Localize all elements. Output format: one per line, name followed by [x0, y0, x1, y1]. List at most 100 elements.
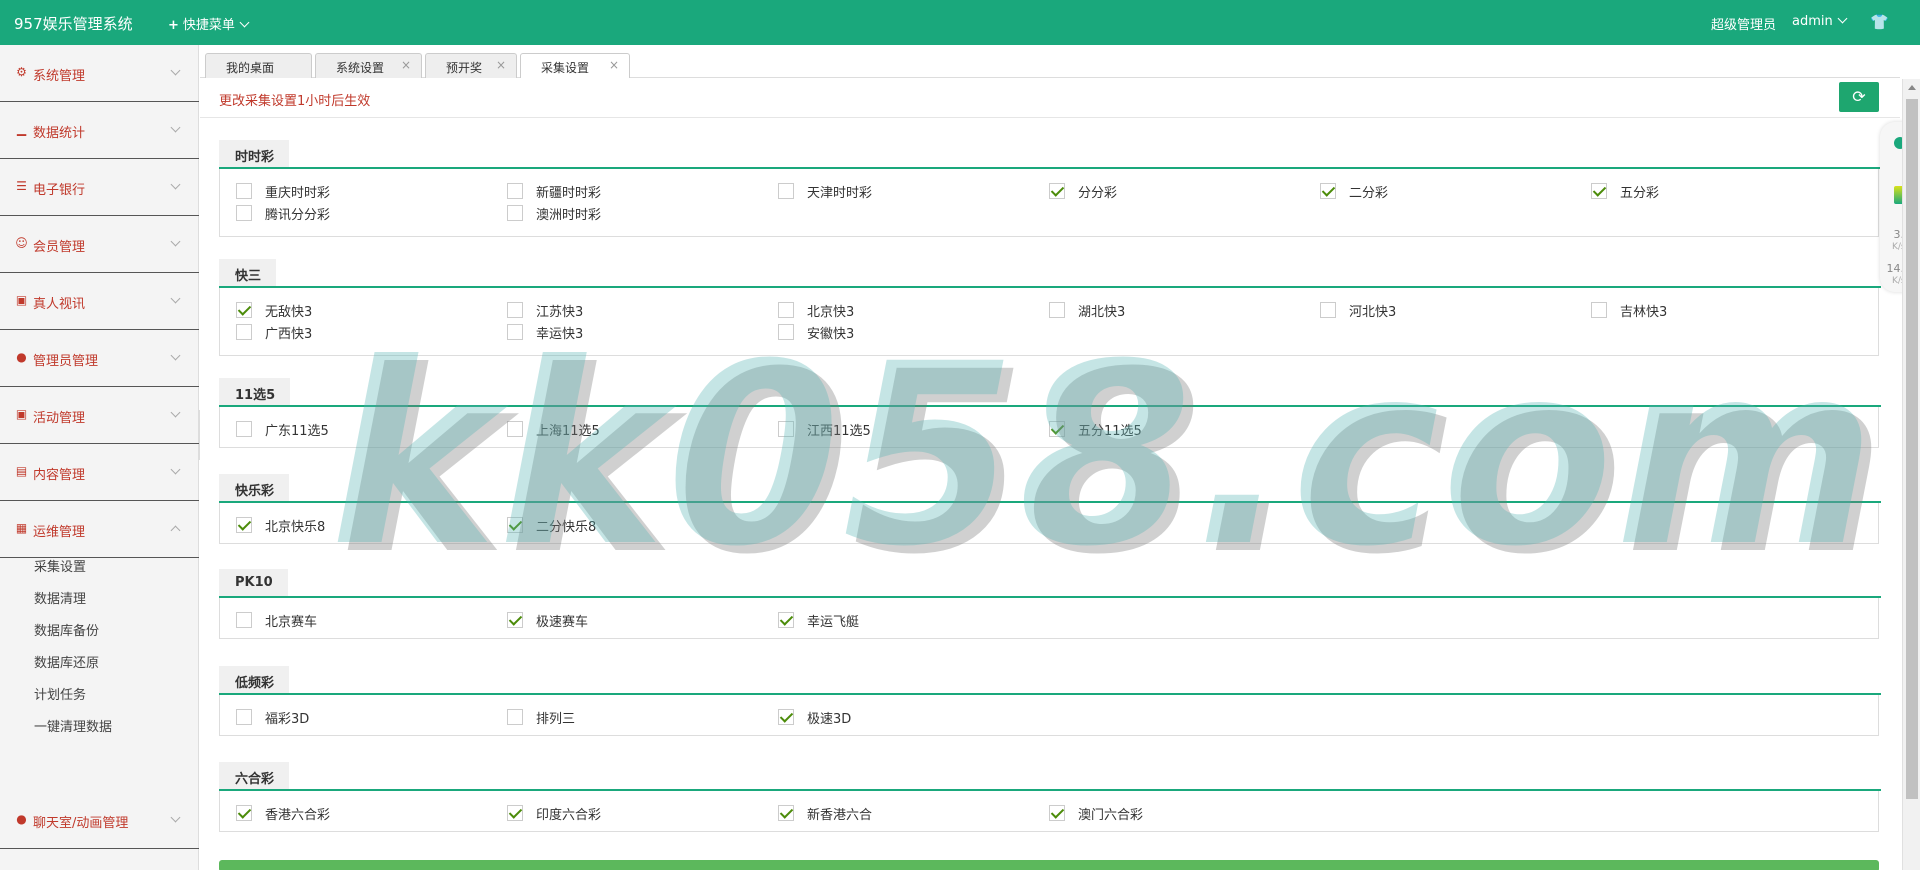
sidebar-item[interactable]: ⚙ 系统管理 [0, 45, 199, 102]
checkbox[interactable] [236, 205, 252, 221]
sidebar-item[interactable]: ▁ 数据统计 [0, 102, 199, 159]
checkbox-label[interactable]: 二分彩 [1349, 182, 1388, 201]
checkbox[interactable] [507, 302, 523, 318]
checkbox[interactable] [236, 709, 252, 725]
checkbox-label[interactable]: 湖北快3 [1078, 301, 1125, 320]
checkbox[interactable] [507, 805, 523, 821]
close-icon[interactable]: × [401, 58, 411, 72]
checkbox[interactable] [1320, 302, 1336, 318]
sidebar-subitem[interactable]: 数据库备份 [34, 620, 99, 639]
scroll-up-icon[interactable] [1908, 85, 1916, 90]
checkbox[interactable] [778, 183, 794, 199]
checkbox-label[interactable]: 吉林快3 [1620, 301, 1667, 320]
checkbox-label[interactable]: 新疆时时彩 [536, 182, 601, 201]
checkbox-label[interactable]: 新香港六合 [807, 804, 872, 823]
checkbox-label[interactable]: 河北快3 [1349, 301, 1396, 320]
close-icon[interactable]: × [609, 58, 619, 72]
checkbox-label[interactable]: 北京快乐8 [265, 516, 325, 535]
checkbox[interactable] [507, 709, 523, 725]
checkbox[interactable] [236, 612, 252, 628]
checkbox-label[interactable]: 五分11选5 [1078, 420, 1142, 439]
checkbox[interactable] [778, 612, 794, 628]
checkbox[interactable] [778, 302, 794, 318]
sidebar-item[interactable]: ☰ 电子银行 [0, 159, 199, 216]
checkbox[interactable] [507, 324, 523, 340]
checkbox-label[interactable]: 极速赛车 [536, 611, 588, 630]
refresh-icon: ⟳ [1852, 87, 1866, 106]
checkbox[interactable] [236, 183, 252, 199]
sidebar-item[interactable]: ☺ 会员管理 [0, 216, 199, 273]
checkbox-label[interactable]: 福彩3D [265, 708, 309, 727]
checkbox-label[interactable]: 幸运飞艇 [807, 611, 859, 630]
checkbox[interactable] [507, 183, 523, 199]
sidebar-item[interactable]: ▣ 活动管理 [0, 387, 199, 444]
checkbox[interactable] [236, 302, 252, 318]
checkbox-label[interactable]: 重庆时时彩 [265, 182, 330, 201]
checkbox-label[interactable]: 腾讯分分彩 [265, 204, 330, 223]
sidebar-subitem[interactable]: 采集设置 [34, 556, 86, 575]
user-menu[interactable]: admin [1792, 13, 1848, 29]
tab[interactable]: 我的桌面 [205, 53, 312, 78]
checkbox[interactable] [778, 805, 794, 821]
sidebar-item[interactable]: ▣ 真人视讯 [0, 273, 199, 330]
tab[interactable]: 系统设置 × [315, 53, 422, 78]
checkbox-label[interactable]: 广东11选5 [265, 420, 329, 439]
checkbox[interactable] [236, 517, 252, 533]
checkbox[interactable] [1049, 183, 1065, 199]
checkbox-label[interactable]: 极速3D [807, 708, 851, 727]
checkbox-label[interactable]: 江苏快3 [536, 301, 583, 320]
sidebar-subitem[interactable]: 数据清理 [34, 588, 86, 607]
sidebar-item[interactable]: ▦ 运维管理 [0, 501, 199, 558]
sidebar-item[interactable]: ● 聊天室/动画管理 [0, 792, 199, 849]
checkbox[interactable] [1591, 183, 1607, 199]
checkbox-label[interactable]: 安徽快3 [807, 323, 854, 342]
checkbox-label[interactable]: 印度六合彩 [536, 804, 601, 823]
checkbox-label[interactable]: 北京快3 [807, 301, 854, 320]
refresh-button[interactable]: ⟳ [1839, 82, 1879, 112]
checkbox-label[interactable]: 澳洲时时彩 [536, 204, 601, 223]
checkbox-label[interactable]: 北京赛车 [265, 611, 317, 630]
quick-menu-button[interactable]: + 快捷菜单 [168, 14, 250, 33]
checkbox-label[interactable]: 五分彩 [1620, 182, 1659, 201]
checkbox-label[interactable]: 排列三 [536, 708, 575, 727]
sidebar-subitem[interactable]: 一键清理数据 [34, 716, 112, 735]
checkbox-label[interactable]: 香港六合彩 [265, 804, 330, 823]
checkbox-label[interactable]: 广西快3 [265, 323, 312, 342]
sidebar: ⚙ 系统管理 ▁ 数据统计 ☰ 电子银行 ☺ 会员管理 ▣ 真人视讯 ● 管理员管理 ▣ 活动管理 ▤ 内容管… [0, 45, 199, 870]
checkbox[interactable] [236, 805, 252, 821]
sidebar-subitem[interactable]: 计划任务 [34, 684, 86, 703]
checkbox[interactable] [507, 517, 523, 533]
checkbox[interactable] [507, 612, 523, 628]
sidebar-item[interactable]: ▤ 内容管理 [0, 444, 199, 501]
checkbox-label[interactable]: 分分彩 [1078, 182, 1117, 201]
checkbox[interactable] [1049, 805, 1065, 821]
checkbox-label[interactable]: 澳门六合彩 [1078, 804, 1143, 823]
checkbox[interactable] [507, 421, 523, 437]
checkbox[interactable] [1049, 302, 1065, 318]
sidebar-subitem[interactable]: 数据库还原 [34, 652, 99, 671]
tab[interactable]: 采集设置 × [520, 53, 630, 78]
checkbox[interactable] [778, 324, 794, 340]
checkbox-label[interactable]: 江西11选5 [807, 420, 871, 439]
skin-icon[interactable]: 👕 [1870, 13, 1889, 31]
sidebar-item[interactable]: ● 管理员管理 [0, 330, 199, 387]
tab[interactable]: 预开奖 × [425, 53, 517, 78]
checkbox[interactable] [1049, 421, 1065, 437]
checkbox-label[interactable]: 幸运快3 [536, 323, 583, 342]
checkbox[interactable] [236, 324, 252, 340]
save-button[interactable] [219, 860, 1879, 870]
checkbox-label[interactable]: 二分快乐8 [536, 516, 596, 535]
checkbox-label[interactable]: 上海11选5 [536, 420, 600, 439]
checkbox[interactable] [507, 205, 523, 221]
checkbox[interactable] [778, 709, 794, 725]
checkbox[interactable] [236, 421, 252, 437]
checkbox-label[interactable]: 无敌快3 [265, 301, 312, 320]
checkbox[interactable] [1591, 302, 1607, 318]
scrollbar-thumb[interactable] [1906, 99, 1918, 799]
checkbox[interactable] [778, 421, 794, 437]
vertical-scrollbar[interactable] [1902, 79, 1920, 870]
checkbox[interactable] [1320, 183, 1336, 199]
options-box: 北京赛车 极速赛车 幸运飞艇 [219, 598, 1879, 639]
close-icon[interactable]: × [496, 58, 506, 72]
checkbox-label[interactable]: 天津时时彩 [807, 182, 872, 201]
